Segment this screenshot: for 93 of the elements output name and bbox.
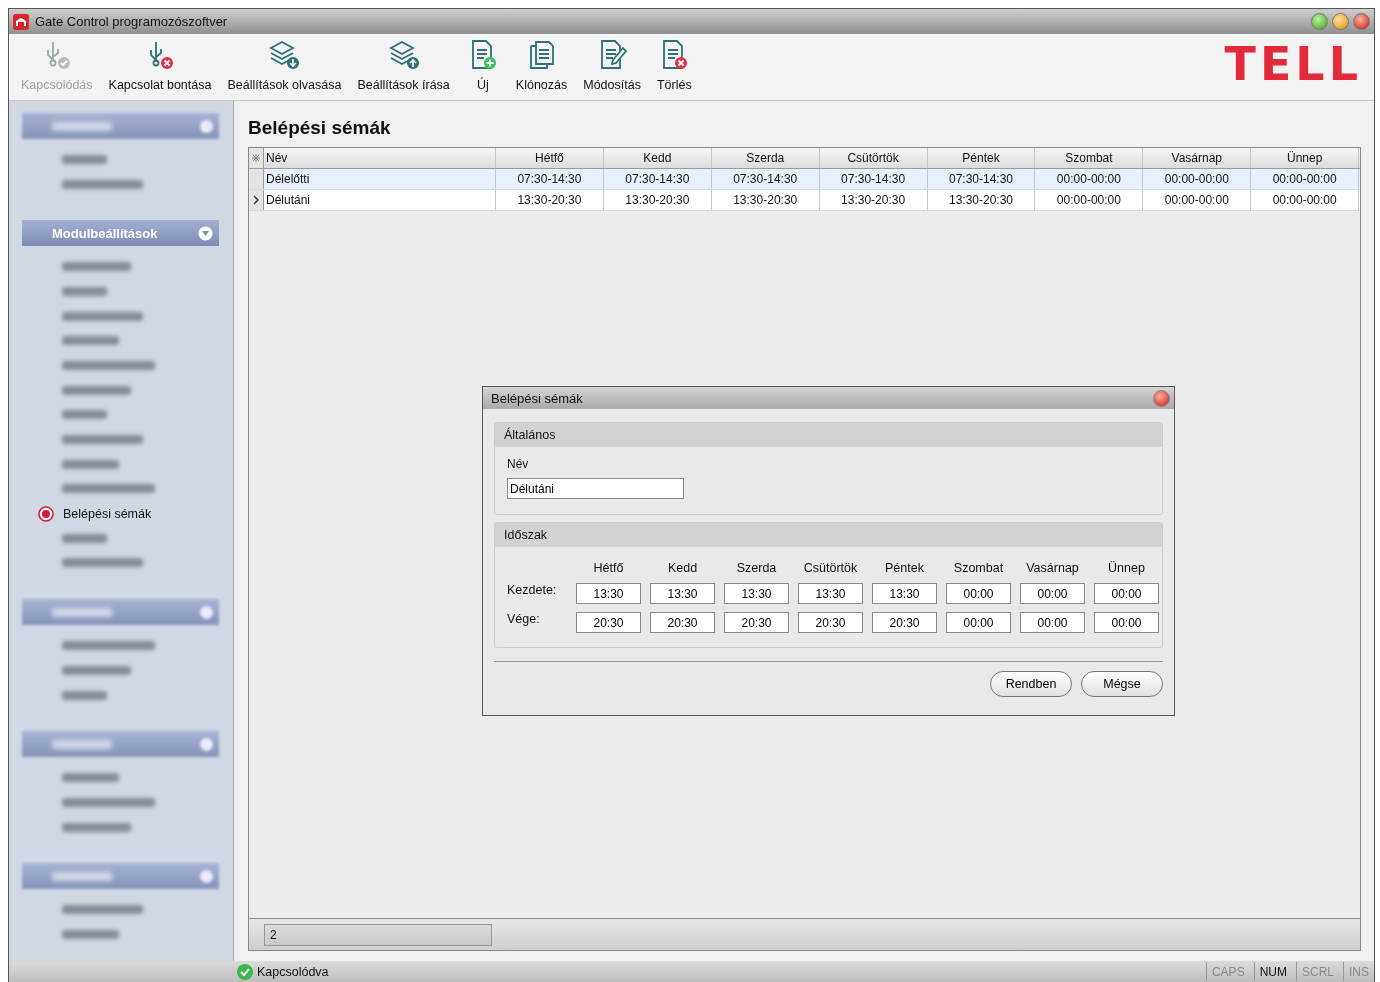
time-field[interactable]: 13:30 (650, 583, 715, 604)
row-header[interactable] (249, 190, 264, 210)
key-indicator: INS (1343, 962, 1374, 981)
field-label: Név (507, 457, 530, 471)
key-indicator: CAPS (1205, 962, 1250, 981)
dialog-button[interactable]: Rendben (990, 671, 1072, 697)
time-field[interactable]: 20:30 (576, 612, 641, 633)
table-cell: 07:30-14:30 (927, 169, 1036, 189)
blurred-section-header[interactable] (22, 113, 219, 139)
time-field[interactable]: 13:30 (872, 583, 937, 604)
layers-icon (267, 38, 302, 72)
status-text: Kapcsolódva (257, 964, 329, 979)
dialog-button[interactable]: Mégse (1081, 671, 1163, 697)
toolbar-button[interactable]: Beállítások olvasása (219, 38, 350, 92)
radio-icon (38, 505, 54, 522)
table-cell: Délutáni (264, 190, 496, 210)
minimize-button[interactable] (1332, 13, 1349, 30)
table-cell: 13:30-20:30 (927, 190, 1036, 210)
gate-icon (13, 13, 29, 30)
name-field[interactable]: Délutáni (507, 478, 684, 499)
check-icon (237, 963, 253, 980)
table-cell: 13:30-20:30 (819, 190, 928, 210)
table-cell: 00:00-00:00 (1251, 169, 1360, 189)
dialog-title: Belépési sémák (491, 390, 583, 406)
table-cell: 00:00-00:00 (1251, 190, 1360, 210)
toolbar-button[interactable]: Beállítások írása (349, 38, 458, 92)
column-header[interactable]: Kedd (603, 148, 712, 168)
table-cell: Délelőtti (264, 169, 496, 189)
row-label: Kezdete: (507, 583, 558, 597)
section-title: Modulbeállítások (52, 225, 158, 241)
toolbar-button[interactable]: Törlés (648, 38, 700, 92)
time-field[interactable]: 00:00 (1020, 612, 1085, 633)
day-label: Vasárnap (1025, 561, 1080, 575)
day-label: Kedd (666, 561, 699, 575)
column-header[interactable]: Ünnep (1251, 148, 1360, 168)
column-header[interactable]: Név (264, 148, 496, 168)
time-field[interactable]: 00:00 (1094, 583, 1159, 604)
key-indicator: SCRL (1295, 962, 1339, 981)
table-cell: 00:00-00:00 (1035, 169, 1144, 189)
row-label: Vége: (507, 612, 541, 626)
group-title: Időszak (495, 523, 1162, 547)
table-cell: 13:30-20:30 (711, 190, 820, 210)
time-field[interactable]: 20:30 (798, 612, 863, 633)
time-field[interactable]: 00:00 (946, 612, 1011, 633)
time-field[interactable]: 20:30 (724, 612, 789, 633)
column-header[interactable]: Csütörtök (819, 148, 928, 168)
time-field[interactable]: 13:30 (798, 583, 863, 604)
table-cell: 13:30-20:30 (496, 190, 604, 210)
record-count-field: 2 (264, 923, 492, 946)
key-indicator: NUM (1253, 962, 1292, 981)
table-cell: 00:00-00:00 (1143, 169, 1252, 189)
time-field[interactable]: 13:30 (724, 583, 789, 604)
time-field[interactable]: 00:00 (946, 583, 1011, 604)
day-label: Szerda (735, 561, 778, 575)
time-field[interactable]: 20:30 (872, 612, 937, 633)
blurred-section-header[interactable] (22, 599, 219, 626)
table-cell: 07:30-14:30 (603, 169, 712, 189)
column-header[interactable]: Péntek (927, 148, 1036, 168)
column-header[interactable]: Vasárnap (1143, 148, 1252, 168)
day-label: Hétfő (592, 561, 625, 575)
day-label: Ünnep (1107, 561, 1146, 575)
table-cell: 07:30-14:30 (711, 169, 820, 189)
toolbar-button[interactable]: Kapcsolat bontása (100, 38, 220, 92)
group-title: Általános (495, 423, 1162, 447)
table-cell: 00:00-00:00 (1143, 190, 1252, 210)
maximize-button[interactable] (1311, 13, 1328, 30)
table-cell: 07:30-14:30 (496, 169, 604, 189)
toolbar-button[interactable]: Módosítás (575, 38, 649, 92)
table-cell: 13:30-20:30 (603, 190, 712, 210)
logo: TELL (1224, 44, 1362, 84)
time-field[interactable]: 00:00 (1020, 583, 1085, 604)
column-header[interactable]: Hétfő (496, 148, 604, 168)
menu-item[interactable]: Belépési sémák (22, 501, 233, 526)
column-header[interactable]: Szombat (1035, 148, 1144, 168)
current-row-icon (253, 195, 259, 205)
blurred-section-header[interactable] (22, 731, 219, 758)
asterisk-icon (252, 154, 260, 162)
close-button[interactable] (1353, 13, 1370, 30)
toolbar-button[interactable]: Új (457, 38, 508, 92)
day-label: Csütörtök (802, 561, 859, 575)
blurred-section-header[interactable] (22, 863, 219, 890)
time-field[interactable]: 00:00 (1094, 612, 1159, 633)
time-field[interactable]: 20:30 (650, 612, 715, 633)
column-header[interactable]: Szerda (711, 148, 820, 168)
window-title: Gate Control programozószoftver (35, 14, 228, 29)
page-title: Belépési sémák (248, 117, 392, 139)
table-cell: 07:30-14:30 (819, 169, 928, 189)
toolbar-button[interactable]: Klónozás (507, 38, 576, 92)
close-button[interactable] (1153, 389, 1170, 407)
time-field[interactable]: 13:30 (576, 583, 641, 604)
day-label: Péntek (884, 561, 925, 575)
table-cell: 00:00-00:00 (1035, 190, 1144, 210)
day-label: Szombat (952, 561, 1005, 575)
